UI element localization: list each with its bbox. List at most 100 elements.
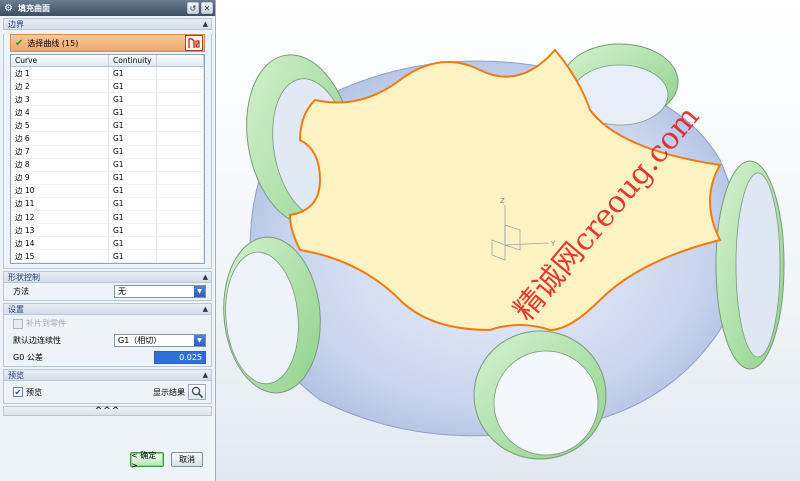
curve-select-icon[interactable] bbox=[185, 35, 203, 51]
curve-cell: 边 7 bbox=[11, 145, 109, 158]
empty-cell bbox=[157, 237, 204, 250]
reset-button[interactable]: ↺ bbox=[187, 2, 199, 14]
table-row[interactable]: 边 5 G1 bbox=[11, 119, 204, 133]
chevron-down-icon[interactable]: ▼ bbox=[194, 335, 205, 347]
ok-button[interactable]: < 确定 > bbox=[130, 451, 164, 470]
cancel-button[interactable]: 取消 bbox=[171, 452, 203, 467]
axis-z-label: Z bbox=[500, 197, 505, 205]
curve-cell: 边 2 bbox=[11, 80, 109, 93]
shape-control-title: 形状控制 bbox=[8, 272, 40, 282]
more-options-bar[interactable]: ^^^ bbox=[3, 406, 212, 417]
curve-cell: 边 6 bbox=[11, 132, 109, 145]
column-header-continuity[interactable]: Continuity bbox=[109, 55, 157, 66]
continuity-cell[interactable]: G1 bbox=[109, 250, 157, 263]
show-result-label: 显示结果 bbox=[153, 387, 185, 397]
continuity-cell[interactable]: G1 bbox=[109, 237, 157, 250]
default-continuity-row: 默认边连续性 G1（相切） ▼ bbox=[4, 332, 211, 349]
continuity-cell[interactable]: G1 bbox=[109, 145, 157, 158]
chevron-up-icon[interactable]: ▲ bbox=[203, 20, 208, 28]
column-header-empty bbox=[157, 55, 204, 66]
ring-bottom bbox=[473, 330, 607, 460]
curve-cell: 边 11 bbox=[11, 197, 109, 211]
continuity-cell[interactable]: G1 bbox=[109, 171, 157, 184]
table-row[interactable]: 边 4 G1 bbox=[11, 106, 204, 120]
curve-cell: 边 3 bbox=[11, 93, 109, 106]
curve-table: Curve Continuity 边 1 G1 边 2 G1 边 3 G1 边 4 G1 边 5… bbox=[10, 54, 205, 265]
continuity-cell[interactable]: G1 bbox=[109, 106, 157, 119]
preview-section: ✔ 预览 显示结果 bbox=[3, 381, 212, 405]
default-continuity-value: G1（相切） bbox=[118, 336, 162, 346]
preview-checkbox[interactable]: ✔ bbox=[13, 387, 23, 398]
table-row[interactable]: 边 7 G1 bbox=[11, 145, 204, 159]
boundary-section-header[interactable]: 边界 ▲ bbox=[3, 18, 212, 30]
graphics-viewport[interactable]: Y Z 精诚网creoug.com bbox=[216, 0, 800, 481]
g0-tolerance-row: G0 公差 0.025 bbox=[4, 349, 211, 366]
continuity-cell[interactable]: G1 bbox=[109, 184, 157, 197]
table-header: Curve Continuity bbox=[11, 55, 204, 67]
continuity-cell[interactable]: G1 bbox=[109, 119, 157, 132]
dialog-titlebar: ⚙ 填充曲面 ↺ ✕ bbox=[0, 0, 215, 16]
chevron-up-icon[interactable]: ▲ bbox=[203, 305, 208, 313]
method-select[interactable]: 无 ▼ bbox=[114, 285, 206, 299]
continuity-cell[interactable]: G1 bbox=[109, 132, 157, 145]
table-row[interactable]: 边 2 G1 bbox=[11, 80, 204, 94]
boundary-section: ✔ 选择曲线 (15) Curve Continuity 边 1 G1 边 2 G1 边… bbox=[3, 34, 212, 270]
continuity-cell[interactable]: G1 bbox=[109, 197, 157, 211]
curve-cell: 边 9 bbox=[11, 171, 109, 184]
empty-cell bbox=[157, 132, 204, 145]
curve-cell: 边 13 bbox=[11, 224, 109, 237]
preview-section-header[interactable]: 预览 ▲ bbox=[3, 369, 212, 382]
empty-cell bbox=[157, 145, 204, 158]
method-label: 方法 bbox=[13, 287, 29, 297]
table-row[interactable]: 边 11 G1 bbox=[11, 197, 204, 212]
settings-section-header[interactable]: 设置 ▲ bbox=[3, 303, 212, 316]
gear-icon[interactable]: ⚙ bbox=[3, 3, 14, 14]
checkmark-icon: ✔ bbox=[15, 37, 24, 49]
show-result-button[interactable] bbox=[188, 384, 206, 401]
select-curves-row[interactable]: ✔ 选择曲线 (15) bbox=[10, 34, 205, 52]
cad-model-view: Y Z bbox=[223, 43, 785, 460]
settings-section: 补片到零件 默认边连续性 G1（相切） ▼ G0 公差 0.025 bbox=[3, 315, 212, 368]
continuity-cell[interactable]: G1 bbox=[109, 224, 157, 237]
empty-cell bbox=[157, 93, 204, 106]
continuity-cell[interactable]: G1 bbox=[109, 158, 157, 171]
continuity-cell[interactable]: G1 bbox=[109, 80, 157, 93]
curve-cell: 边 15 bbox=[11, 250, 109, 263]
curve-cell: 边 12 bbox=[11, 211, 109, 224]
chevron-up-icon[interactable]: ▲ bbox=[203, 371, 208, 379]
g0-tolerance-input[interactable]: 0.025 bbox=[154, 351, 206, 365]
table-row[interactable]: 边 8 G1 bbox=[11, 158, 204, 172]
patch-to-part-row: 补片到零件 bbox=[4, 315, 211, 332]
table-row[interactable]: 边 9 G1 bbox=[11, 171, 204, 185]
dialog-title: 填充曲面 bbox=[18, 3, 50, 13]
empty-cell bbox=[157, 250, 204, 263]
table-row[interactable]: 边 1 G1 bbox=[11, 67, 204, 81]
table-row[interactable]: 边 14 G1 bbox=[11, 237, 204, 251]
table-row[interactable]: 边 10 G1 bbox=[11, 184, 204, 198]
g0-tolerance-label: G0 公差 bbox=[13, 353, 43, 363]
close-button[interactable]: ✕ bbox=[201, 2, 213, 14]
table-row[interactable]: 边 3 G1 bbox=[11, 93, 204, 107]
patch-to-part-checkbox[interactable] bbox=[13, 318, 23, 329]
curve-cell: 边 8 bbox=[11, 158, 109, 171]
curve-cell: 边 5 bbox=[11, 119, 109, 132]
column-header-curve[interactable]: Curve bbox=[11, 55, 109, 66]
continuity-cell[interactable]: G1 bbox=[109, 93, 157, 106]
table-row[interactable]: 边 13 G1 bbox=[11, 224, 204, 238]
default-continuity-select[interactable]: G1（相切） ▼ bbox=[114, 334, 206, 348]
table-row[interactable]: 边 6 G1 bbox=[11, 132, 204, 146]
chevron-up-icon[interactable]: ▲ bbox=[203, 273, 208, 281]
curve-cell: 边 4 bbox=[11, 106, 109, 119]
table-row[interactable]: 边 12 G1 bbox=[11, 211, 204, 225]
shape-control-section-header[interactable]: 形状控制 ▲ bbox=[3, 271, 212, 284]
preview-row: ✔ 预览 显示结果 bbox=[4, 381, 211, 403]
empty-cell bbox=[157, 211, 204, 224]
table-row[interactable]: 边 15 G1 bbox=[11, 250, 204, 264]
fill-surface-dialog: ⚙ 填充曲面 ↺ ✕ 边界 ▲ ✔ 选择曲线 (15) Curve Contin… bbox=[0, 0, 216, 481]
continuity-cell[interactable]: G1 bbox=[109, 211, 157, 224]
settings-title: 设置 bbox=[8, 304, 24, 314]
empty-cell bbox=[157, 67, 204, 80]
chevron-down-icon[interactable]: ▼ bbox=[194, 286, 205, 298]
shape-control-section: 方法 无 ▼ bbox=[3, 283, 212, 302]
continuity-cell[interactable]: G1 bbox=[109, 67, 157, 80]
